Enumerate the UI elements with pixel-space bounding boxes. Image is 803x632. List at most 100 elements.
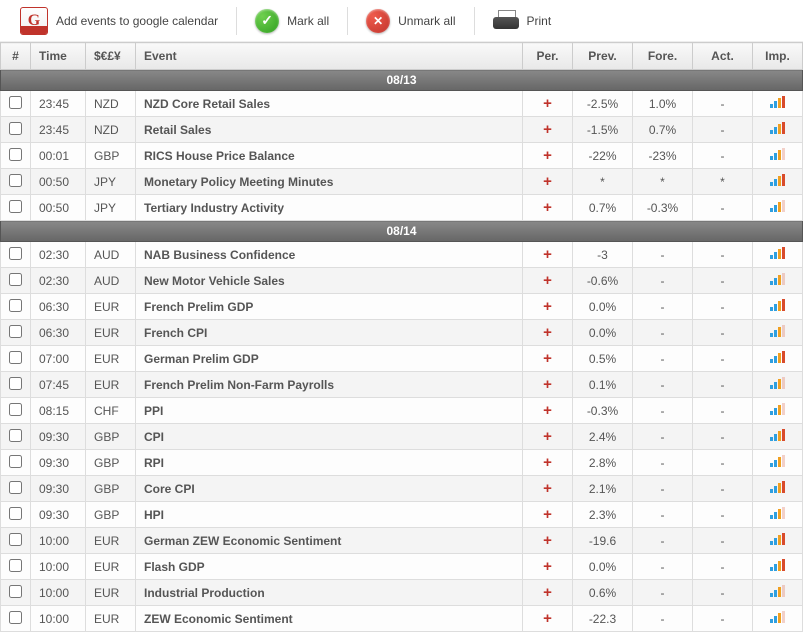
expand-icon[interactable]: + — [543, 350, 552, 367]
expand-icon[interactable]: + — [543, 298, 552, 315]
cell-event[interactable]: German ZEW Economic Sentiment — [136, 528, 523, 554]
cell-time: 09:30 — [31, 502, 86, 528]
row-checkbox[interactable] — [9, 96, 22, 109]
cell-currency: GBP — [86, 143, 136, 169]
importance-bars-icon — [770, 455, 785, 467]
expand-icon[interactable]: + — [543, 532, 552, 549]
expand-icon[interactable]: + — [543, 428, 552, 445]
cell-event[interactable]: CPI — [136, 424, 523, 450]
cell-time: 23:45 — [31, 117, 86, 143]
cell-act: - — [693, 117, 753, 143]
cell-event[interactable]: Core CPI — [136, 476, 523, 502]
cell-act: - — [693, 294, 753, 320]
cell-event[interactable]: NAB Business Confidence — [136, 242, 523, 268]
row-checkbox[interactable] — [9, 455, 22, 468]
cell-fore: - — [633, 372, 693, 398]
cell-event[interactable]: Flash GDP — [136, 554, 523, 580]
importance-bars-icon — [770, 533, 785, 545]
cell-fore: - — [633, 242, 693, 268]
expand-icon[interactable]: + — [543, 121, 552, 138]
row-checkbox[interactable] — [9, 351, 22, 364]
cell-prev: -0.6% — [573, 268, 633, 294]
row-checkbox[interactable] — [9, 377, 22, 390]
col-event: Event — [136, 43, 523, 70]
expand-icon[interactable]: + — [543, 147, 552, 164]
cell-fore: - — [633, 424, 693, 450]
row-checkbox[interactable] — [9, 585, 22, 598]
row-checkbox[interactable] — [9, 273, 22, 286]
expand-icon[interactable]: + — [543, 610, 552, 627]
expand-icon[interactable]: + — [543, 454, 552, 471]
row-checkbox[interactable] — [9, 507, 22, 520]
cell-currency: GBP — [86, 450, 136, 476]
cell-event[interactable]: RPI — [136, 450, 523, 476]
table-row: 10:00EURZEW Economic Sentiment+-22.3-- — [1, 606, 803, 632]
row-checkbox[interactable] — [9, 200, 22, 213]
add-to-google-button[interactable]: Add events to google calendar — [10, 7, 228, 35]
cell-event[interactable]: RICS House Price Balance — [136, 143, 523, 169]
cell-event[interactable]: French Prelim GDP — [136, 294, 523, 320]
cell-fore: - — [633, 346, 693, 372]
row-checkbox[interactable] — [9, 299, 22, 312]
row-checkbox[interactable] — [9, 559, 22, 572]
cell-time: 00:50 — [31, 195, 86, 221]
cell-currency: EUR — [86, 346, 136, 372]
expand-icon[interactable]: + — [543, 199, 552, 216]
cell-time: 10:00 — [31, 606, 86, 632]
expand-icon[interactable]: + — [543, 480, 552, 497]
cell-event[interactable]: Industrial Production — [136, 580, 523, 606]
mark-all-button[interactable]: Mark all — [245, 9, 339, 33]
table-row: 23:45NZDNZD Core Retail Sales+-2.5%1.0%- — [1, 91, 803, 117]
cell-event[interactable]: PPI — [136, 398, 523, 424]
expand-icon[interactable]: + — [543, 324, 552, 341]
row-checkbox[interactable] — [9, 429, 22, 442]
expand-icon[interactable]: + — [543, 95, 552, 112]
expand-icon[interactable]: + — [543, 506, 552, 523]
cell-prev: 0.6% — [573, 580, 633, 606]
cell-event[interactable]: Tertiary Industry Activity — [136, 195, 523, 221]
expand-icon[interactable]: + — [543, 584, 552, 601]
date-header: 08/13 — [1, 70, 803, 91]
expand-icon[interactable]: + — [543, 402, 552, 419]
col-num: # — [1, 43, 31, 70]
cell-time: 10:00 — [31, 528, 86, 554]
cell-event[interactable]: Retail Sales — [136, 117, 523, 143]
row-checkbox[interactable] — [9, 325, 22, 338]
row-checkbox[interactable] — [9, 122, 22, 135]
expand-icon[interactable]: + — [543, 376, 552, 393]
cell-time: 09:30 — [31, 476, 86, 502]
cell-act: - — [693, 554, 753, 580]
cell-act: - — [693, 528, 753, 554]
cell-event[interactable]: French Prelim Non-Farm Payrolls — [136, 372, 523, 398]
cell-prev: -2.5% — [573, 91, 633, 117]
cell-currency: GBP — [86, 476, 136, 502]
expand-icon[interactable]: + — [543, 272, 552, 289]
cell-event[interactable]: HPI — [136, 502, 523, 528]
cell-act: - — [693, 320, 753, 346]
row-checkbox[interactable] — [9, 533, 22, 546]
cell-time: 09:30 — [31, 450, 86, 476]
google-label: Add events to google calendar — [56, 14, 218, 28]
row-checkbox[interactable] — [9, 148, 22, 161]
cell-event[interactable]: ZEW Economic Sentiment — [136, 606, 523, 632]
row-checkbox[interactable] — [9, 611, 22, 624]
cell-event[interactable]: Monetary Policy Meeting Minutes — [136, 169, 523, 195]
table-row: 08:15CHFPPI+-0.3%-- — [1, 398, 803, 424]
print-button[interactable]: Print — [483, 10, 562, 32]
row-checkbox[interactable] — [9, 247, 22, 260]
expand-icon[interactable]: + — [543, 246, 552, 263]
row-checkbox[interactable] — [9, 174, 22, 187]
col-time: Time — [31, 43, 86, 70]
cell-event[interactable]: NZD Core Retail Sales — [136, 91, 523, 117]
cell-prev: -19.6 — [573, 528, 633, 554]
unmark-all-button[interactable]: Unmark all — [356, 9, 465, 33]
cell-event[interactable]: German Prelim GDP — [136, 346, 523, 372]
row-checkbox[interactable] — [9, 403, 22, 416]
expand-icon[interactable]: + — [543, 558, 552, 575]
importance-bars-icon — [770, 377, 785, 389]
cell-event[interactable]: French CPI — [136, 320, 523, 346]
cell-act: - — [693, 91, 753, 117]
cell-event[interactable]: New Motor Vehicle Sales — [136, 268, 523, 294]
row-checkbox[interactable] — [9, 481, 22, 494]
expand-icon[interactable]: + — [543, 173, 552, 190]
